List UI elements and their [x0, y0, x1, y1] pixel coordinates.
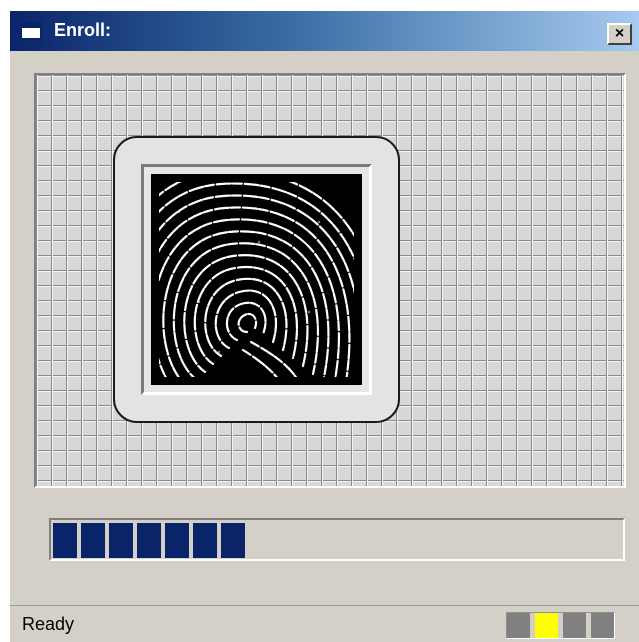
status-text: Ready — [22, 614, 75, 634]
window-title: Enroll: — [54, 20, 111, 40]
window-icon — [20, 22, 42, 40]
progress-segment — [221, 523, 245, 558]
progress-segment — [165, 523, 189, 558]
progress-segment — [53, 523, 77, 558]
status-led-icon — [591, 613, 614, 638]
status-bar: Ready — [10, 605, 639, 642]
fingerprint-sensor-frame — [113, 136, 400, 423]
status-led-icon — [535, 613, 558, 638]
fingerprint-ridges-icon — [159, 182, 354, 377]
status-led-icon — [563, 613, 586, 638]
title-bar[interactable]: Enroll: × — [10, 11, 639, 51]
progress-segment — [81, 523, 105, 558]
fingerprint-sensor-window — [141, 164, 372, 395]
enroll-progress-bar — [49, 518, 625, 561]
progress-segment — [193, 523, 217, 558]
close-button[interactable]: × — [607, 23, 632, 45]
progress-fill — [53, 523, 245, 558]
status-indicators — [506, 612, 615, 639]
enroll-window: Enroll: × Ready — [10, 11, 639, 642]
progress-segment — [137, 523, 161, 558]
status-led-icon — [507, 613, 530, 638]
fingerprint-image — [151, 174, 362, 385]
progress-segment — [109, 523, 133, 558]
